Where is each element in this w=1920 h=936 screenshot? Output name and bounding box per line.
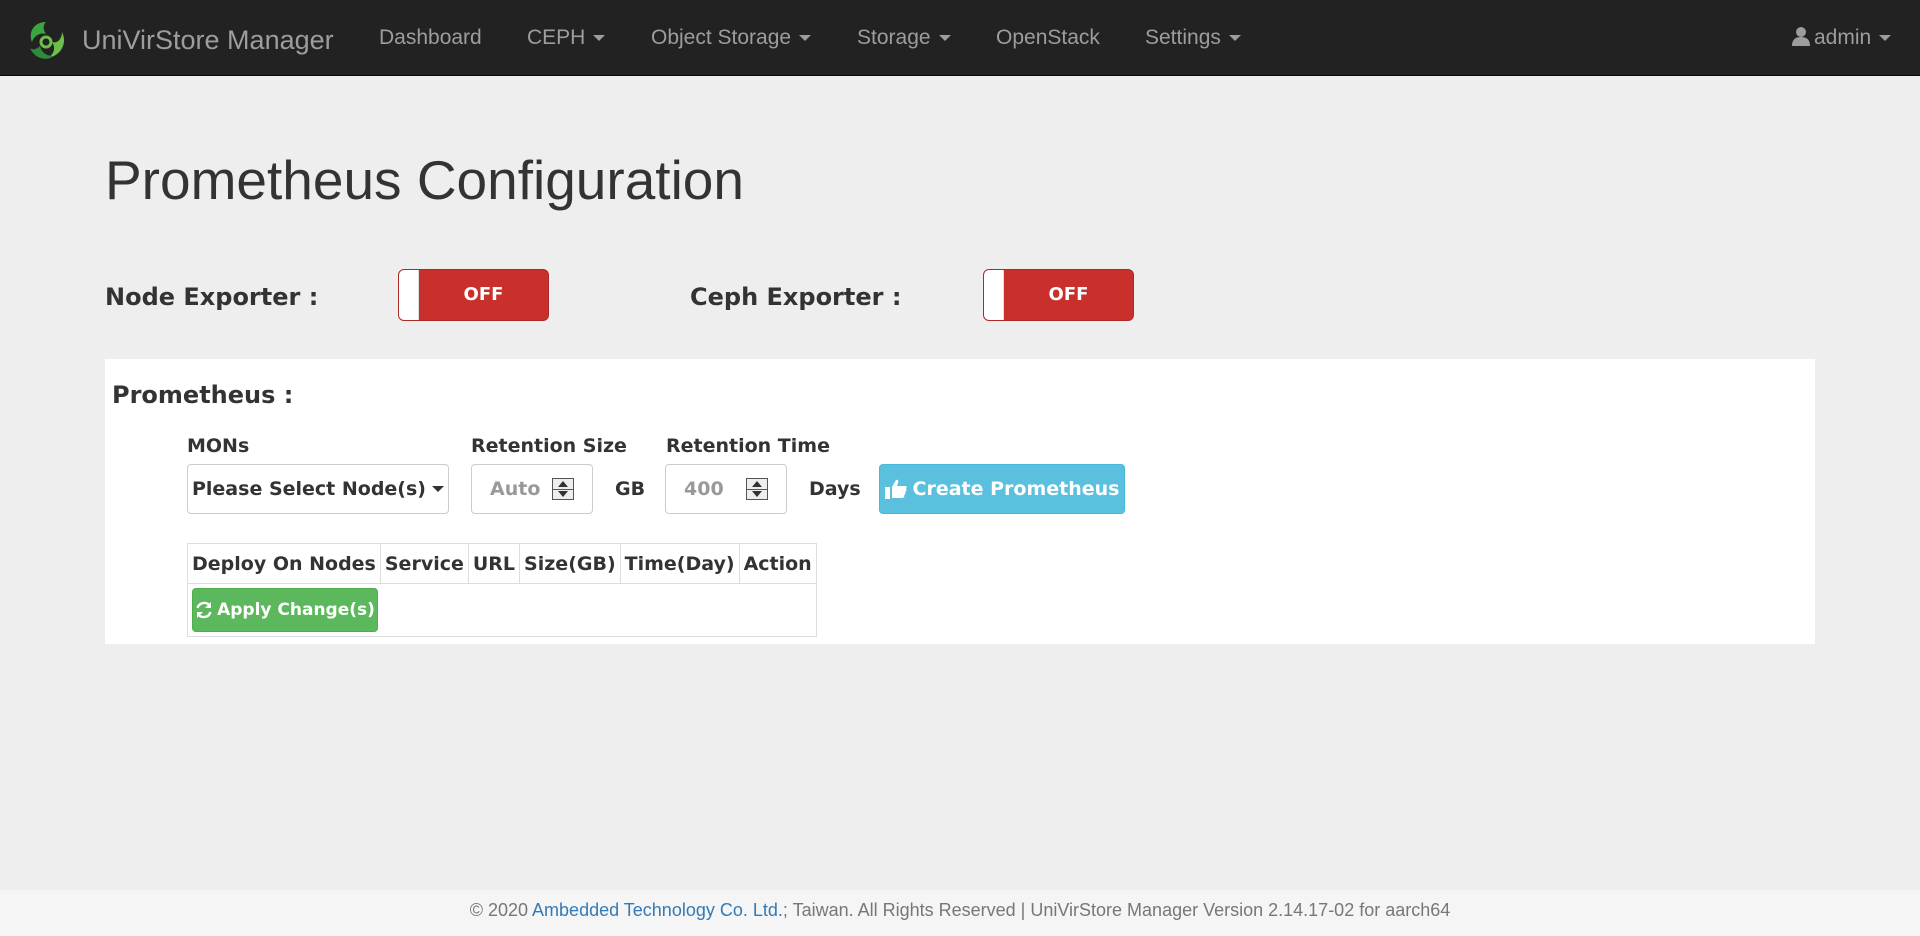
apply-changes-label: Apply Change(s) [217,600,375,620]
time-unit: Days [809,478,861,500]
mons-select-dropdown[interactable]: Please Select Node(s) [187,464,449,514]
mons-select-value: Please Select Node(s) [191,478,426,500]
nav-settings-label: Settings [1145,26,1221,49]
toggle-state: OFF [463,284,504,305]
ceph-exporter-label: Ceph Exporter : [690,283,902,311]
nav-dashboard[interactable]: Dashboard [379,26,482,50]
spinner-divider [553,489,573,490]
toggle-knob [984,270,1004,320]
create-prometheus-button[interactable]: Create Prometheus [879,464,1125,514]
user-name: admin [1814,26,1872,49]
table-header-row: Deploy On Nodes Service URL Size(GB) Tim… [187,543,817,584]
user-menu-dropdown[interactable]: admin [1792,26,1892,50]
thumbs-up-icon [884,479,907,499]
column-header: Time(Day) [619,543,740,584]
node-exporter-label: Node Exporter : [105,283,319,311]
brand[interactable]: UniVirStore Manager [24,20,334,60]
nav-ceph-dropdown[interactable]: CEPH [527,26,606,50]
retention-time-value: 400 [684,478,724,500]
deploy-table: Deploy On Nodes Service URL Size(GB) Tim… [187,543,817,637]
column-header: Service [379,543,469,584]
create-prometheus-label: Create Prometheus [912,478,1120,500]
nav-object-storage-dropdown[interactable]: Object Storage [651,26,812,50]
retention-size-value: Auto [490,478,541,500]
prometheus-heading: Prometheus : [112,381,294,409]
nav-openstack[interactable]: OpenStack [996,26,1100,50]
column-header: Deploy On Nodes [187,543,381,584]
retention-time-input[interactable]: 400 [665,464,787,514]
chevron-down-icon [593,35,606,42]
apply-changes-button[interactable]: Apply Change(s) [192,588,378,632]
column-header: Size(GB) [519,543,621,584]
nav-storage-dropdown[interactable]: Storage [857,26,951,50]
footer-version: ; Taiwan. All Rights Reserved | UniVirSt… [782,900,1451,920]
nav-dashboard-label: Dashboard [379,26,482,49]
ceph-exporter-toggle[interactable]: OFF [983,269,1134,321]
chevron-down-icon [799,35,812,42]
spinner-down-icon [558,491,568,497]
company-link[interactable]: Ambedded Technology Co. Ltd. [532,900,783,920]
nav-object-storage-label: Object Storage [651,26,792,49]
mons-label: MONs [187,435,250,457]
number-spinner[interactable] [552,478,574,500]
footer-copyright: © 2020 [469,900,533,920]
refresh-icon [196,601,212,619]
nav-settings-dropdown[interactable]: Settings [1145,26,1241,50]
top-navbar: UniVirStore Manager Dashboard CEPH Objec… [0,0,1920,76]
table-row: Apply Change(s) [187,583,817,637]
retention-time-label: Retention Time [666,435,830,457]
toggle-knob [399,270,419,320]
toggle-state: OFF [1048,284,1089,305]
number-spinner[interactable] [746,478,768,500]
chevron-down-icon [938,35,951,42]
page-footer: © 2020 Ambedded Technology Co. Ltd.; Tai… [0,890,1920,936]
retention-size-input[interactable]: Auto [471,464,593,514]
table-action-cell: Apply Change(s) [187,583,817,637]
spinner-up-icon [558,481,568,487]
chevron-down-icon [432,486,444,492]
nav-storage-label: Storage [857,26,931,49]
retention-size-label: Retention Size [471,435,627,457]
univirstore-logo-icon [30,22,65,59]
nav-openstack-label: OpenStack [996,26,1100,49]
node-exporter-toggle[interactable]: OFF [398,269,549,321]
chevron-down-icon [1879,35,1892,42]
size-unit: GB [615,478,646,500]
chevron-down-icon [1228,35,1241,42]
spinner-up-icon [752,481,762,487]
nav-ceph-label: CEPH [527,26,586,49]
page-title: Prometheus Configuration [105,149,744,211]
user-icon [1792,27,1810,46]
brand-name: UniVirStore Manager [82,24,334,55]
spinner-down-icon [752,491,762,497]
column-header: URL [467,543,521,584]
spinner-divider [747,489,767,490]
column-header: Action [738,543,817,584]
